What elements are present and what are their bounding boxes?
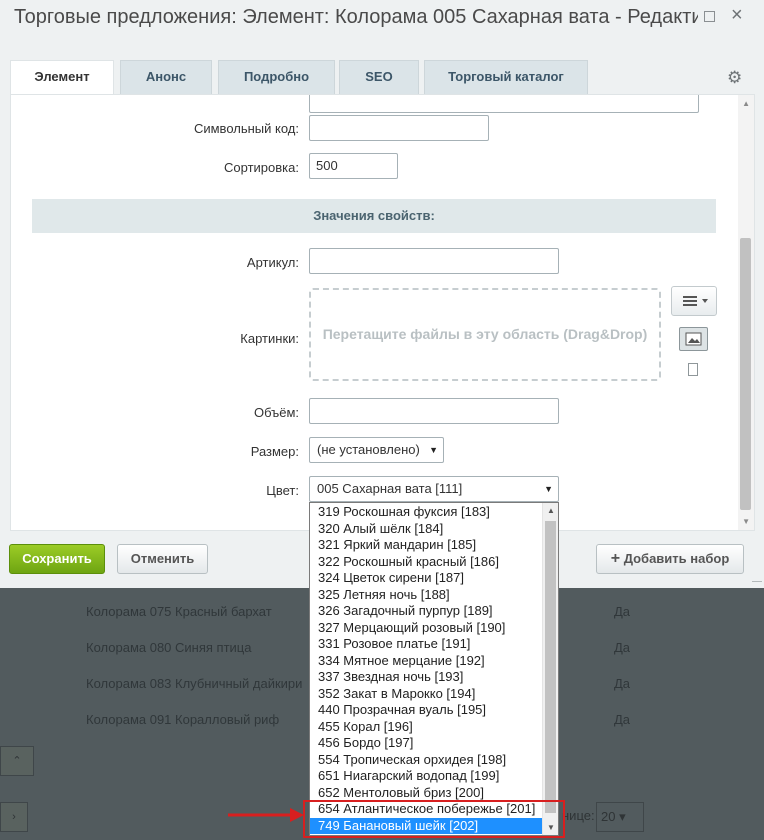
dialog-title: Торговые предложения: Элемент: Колорама …: [14, 6, 698, 28]
close-icon[interactable]: ×: [731, 4, 743, 27]
color-option[interactable]: 320 Алый шёлк [184]: [310, 521, 542, 538]
color-option[interactable]: 324 Цветок сирени [187]: [310, 570, 542, 587]
color-option[interactable]: 331 Розовое платье [191]: [310, 636, 542, 653]
highlight-box: [303, 800, 565, 838]
color-option[interactable]: 352 Закат в Марокко [194]: [310, 686, 542, 703]
cut-off-field[interactable]: [309, 95, 699, 113]
page-size-select: 20 ▾: [596, 802, 644, 832]
row-name: Колорама 075 Красный бархат: [86, 604, 272, 619]
size-select-value: (не установлено): [317, 442, 420, 457]
color-option[interactable]: 325 Летняя ночь [188]: [310, 587, 542, 604]
tab-seo[interactable]: SEO: [339, 60, 419, 94]
volume-label: Объём:: [253, 405, 299, 420]
image-icon: [685, 332, 702, 346]
save-button[interactable]: Сохранить: [9, 544, 105, 574]
sort-label: Сортировка:: [224, 160, 299, 175]
color-options-list[interactable]: ▲ ▼ 319 Роскошная фуксия [183] 320 Алый ш…: [309, 502, 559, 836]
color-option[interactable]: 337 Звездная ночь [193]: [310, 669, 542, 686]
color-option[interactable]: 326 Загадочный пурпур [189]: [310, 603, 542, 620]
add-set-label: Добавить набор: [623, 551, 730, 566]
gear-icon[interactable]: ⚙: [727, 68, 742, 88]
color-option[interactable]: 652 Ментоловый бриз [200]: [310, 785, 542, 802]
tab-bar: Элемент Анонс Подробно SEO Торговый ката…: [10, 60, 755, 94]
menu-icon: [683, 296, 708, 306]
scroll-down-icon[interactable]: ▼: [742, 517, 750, 526]
row-active: Да: [614, 640, 631, 655]
color-option[interactable]: 456 Бордо [197]: [310, 735, 542, 752]
color-option[interactable]: 334 Мятное мерцание [192]: [310, 653, 542, 670]
color-select-value: 005 Сахарная вата [111]: [317, 481, 463, 496]
sort-input[interactable]: 500: [309, 153, 398, 179]
options-scroll-thumb[interactable]: [545, 521, 556, 813]
plus-icon: +: [610, 550, 621, 567]
symbolic-code-label: Символьный код:: [193, 121, 299, 136]
tab-details[interactable]: Подробно: [218, 60, 335, 94]
edit-dialog: Торговые предложения: Элемент: Колорама …: [0, 0, 764, 588]
color-option[interactable]: 440 Прозрачная вуаль [195]: [310, 702, 542, 719]
maximize-icon[interactable]: [704, 11, 715, 22]
color-option[interactable]: 327 Мерцающий розовый [190]: [310, 620, 542, 637]
row-name: Колорама 080 Синяя птица: [86, 640, 252, 655]
color-option[interactable]: 321 Яркий мандарин [185]: [310, 537, 542, 554]
options-scrollbar[interactable]: ▲ ▼: [542, 503, 558, 835]
file-icon[interactable]: [688, 363, 698, 376]
article-input[interactable]: [309, 248, 559, 274]
color-label: Цвет:: [266, 483, 299, 498]
row-active: Да: [614, 604, 631, 619]
scroll-thumb[interactable]: [740, 238, 751, 510]
volume-input[interactable]: [309, 398, 559, 424]
page-size-label: нице:: [562, 808, 595, 823]
chevron-down-icon: ▼: [429, 445, 438, 455]
properties-section-header: Значения свойств:: [32, 199, 716, 233]
scroll-up-icon[interactable]: ▲: [742, 99, 750, 108]
form-content: Символьный код: Сортировка: 500 Значения…: [10, 94, 755, 531]
symbolic-code-input[interactable]: [309, 115, 489, 141]
background-dropdown-control: ⌃: [0, 746, 34, 776]
background-pager-control: ›: [0, 802, 28, 832]
dialog-titlebar: Торговые предложения: Элемент: Колорама …: [0, 0, 764, 40]
resize-handle[interactable]: [752, 572, 762, 582]
color-option[interactable]: 651 Ниагарский водопад [199]: [310, 768, 542, 785]
color-select[interactable]: 005 Сахарная вата [111] ▼: [309, 476, 559, 502]
size-label: Размер:: [250, 444, 299, 459]
row-name: Колорама 091 Коралловый риф: [86, 712, 280, 727]
article-label: Артикул:: [246, 255, 299, 270]
row-name: Колорама 083 Клубничный дайкири: [86, 676, 303, 691]
row-active: Да: [614, 712, 631, 727]
form-scrollbar[interactable]: ▲ ▼: [738, 95, 754, 530]
size-select[interactable]: (не установлено) ▼: [309, 437, 444, 463]
cancel-button[interactable]: Отменить: [117, 544, 208, 574]
pictures-label: Картинки:: [240, 331, 299, 346]
scroll-up-icon[interactable]: ▲: [547, 506, 555, 515]
file-dropzone[interactable]: Перетащите файлы в эту область (Drag&Dro…: [309, 288, 661, 381]
color-option[interactable]: 455 Корал [196]: [310, 719, 542, 736]
menu-button[interactable]: [671, 286, 717, 316]
tab-element[interactable]: Элемент: [10, 60, 114, 94]
tab-announce[interactable]: Анонс: [120, 60, 212, 94]
color-option[interactable]: 322 Роскошный красный [186]: [310, 554, 542, 571]
image-upload-button[interactable]: [679, 327, 708, 351]
add-set-button[interactable]: + Добавить набор: [596, 544, 744, 574]
chevron-down-icon: ▼: [544, 484, 553, 494]
pointer-arrow-icon: [228, 808, 304, 822]
tab-trade-catalog[interactable]: Торговый каталог: [424, 60, 588, 94]
color-option[interactable]: 319 Роскошная фуксия [183]: [310, 504, 542, 521]
row-active: Да: [614, 676, 631, 691]
color-option[interactable]: 554 Тропическая орхидея [198]: [310, 752, 542, 769]
